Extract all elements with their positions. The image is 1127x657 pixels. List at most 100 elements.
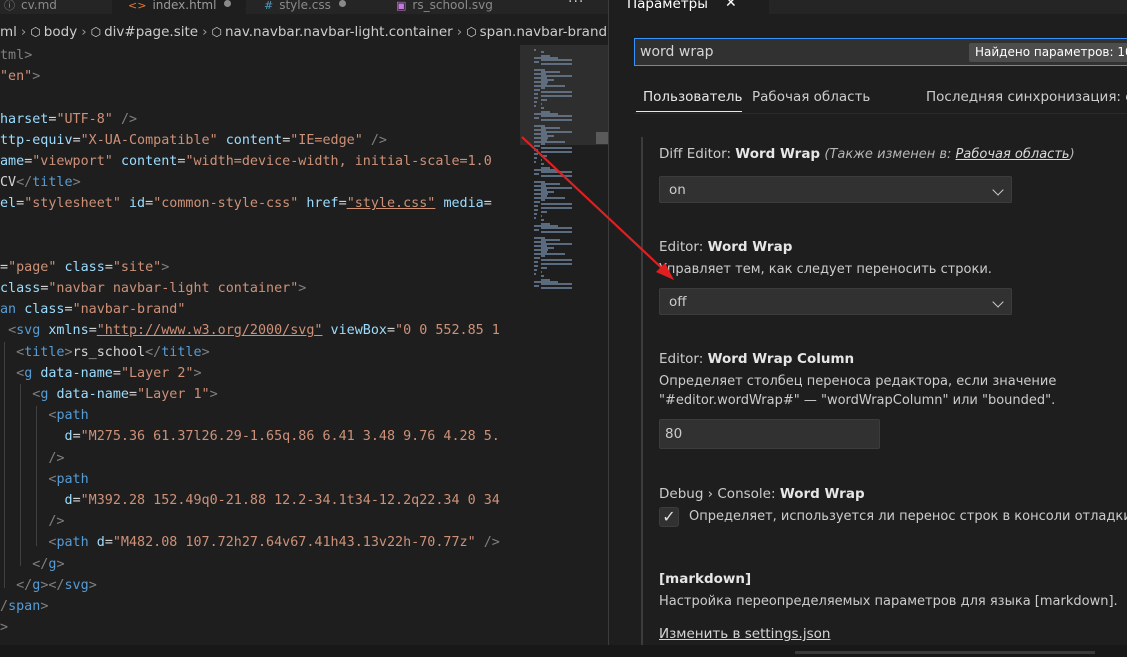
settings-search-box[interactable]: Найдено параметров: 10 [634, 38, 1127, 66]
code-token: < [16, 344, 25, 360]
minimap-line [541, 163, 544, 165]
code-token: content [120, 153, 178, 169]
breadcrumb-item-html[interactable]: ml [0, 24, 17, 40]
breadcrumb-item-div[interactable]: div#page.site [104, 24, 198, 40]
scrollbar-thumb[interactable] [795, 651, 1095, 654]
code-line[interactable]: </g></svg> [0, 575, 520, 596]
setting-name: [markdown] [659, 571, 752, 587]
code-token: = [72, 492, 81, 508]
code-line[interactable] [0, 236, 520, 257]
code-line[interactable]: /> [0, 511, 520, 532]
code-token: "navbar-brand" [72, 302, 186, 318]
code-line[interactable]: d="M275.36 61.37l26.29-1.65q.86 6.41 3.4… [0, 426, 520, 447]
minimap-line [534, 205, 538, 207]
minimap-line [541, 227, 572, 229]
minimap-line [534, 229, 539, 231]
code-token: ttp-equiv [0, 132, 73, 148]
code-token: "width=device-width, initial-scale=1.0 [185, 153, 492, 169]
word-wrap-column-input[interactable]: 80 [659, 419, 880, 449]
unsaved-dot-icon[interactable] [338, 0, 346, 7]
code-line[interactable]: <g data-name="Layer 1"> [0, 384, 520, 405]
code-token: < [16, 365, 25, 381]
code-token: "page" [8, 259, 57, 275]
tab-settings[interactable]: Параметры ✕ [609, 0, 769, 14]
code-line[interactable]: d="M392.28 152.49q0-21.88 12.2-34.1t34-1… [0, 490, 520, 511]
minimap-line [541, 211, 547, 213]
code-line[interactable]: an class="navbar-brand" [0, 299, 520, 320]
minimap-line [541, 155, 547, 157]
minimap-line [534, 173, 539, 175]
code-token: ame [0, 153, 25, 169]
breadcrumb-item-nav[interactable]: nav.navbar.navbar-light.container [225, 24, 453, 40]
code-line[interactable]: <title>rs_school</title> [0, 342, 520, 363]
code-line[interactable]: ttp-equiv="X-UA-Compatible" content="IE=… [0, 130, 520, 151]
code-area[interactable]: tml> "en"> harset="UTF-8" /> ttp-equiv="X-… [0, 45, 520, 645]
scrollbar-thumb[interactable] [596, 132, 608, 144]
code-line[interactable]: </g> [0, 554, 520, 575]
code-token: > [193, 365, 202, 381]
code-line[interactable]: <g data-name="Layer 2"> [0, 363, 520, 384]
setting-description: Определяет столбец переноса редактора, е… [659, 374, 1057, 389]
code-token: d [64, 492, 73, 508]
unsaved-dot-icon[interactable] [224, 0, 232, 7]
minimap-line [541, 147, 572, 149]
code-token: = [386, 323, 396, 339]
editor-word-wrap-select[interactable]: off [659, 288, 1012, 315]
code-line[interactable]: > [0, 617, 520, 638]
code-line[interactable]: <path [0, 469, 520, 490]
code-line[interactable]: <path d="M482.08 107.72h27.64v67.41h43.1… [0, 532, 520, 553]
tab-index-html[interactable]: <> index.html [112, 0, 246, 14]
tab-style-css[interactable]: # style.css [246, 0, 380, 14]
debug-word-wrap-checkbox[interactable]: ✓ [659, 507, 679, 527]
code-token: "en" [0, 69, 33, 85]
close-icon[interactable]: ✕ [725, 0, 737, 11]
code-line[interactable]: tml> [0, 45, 520, 66]
minimap-line [541, 231, 572, 233]
code-line[interactable]: /> [0, 448, 520, 469]
code-token: = [88, 323, 97, 339]
cube-icon: ⬡ [90, 25, 102, 39]
code-line[interactable]: ame="viewport" content="width=device-wid… [0, 151, 520, 172]
tab-rs-school-svg[interactable]: ▣ rs_school.svg [380, 0, 555, 14]
settings-search-input[interactable] [640, 41, 960, 63]
minimap-slider[interactable] [520, 45, 608, 145]
diff-word-wrap-select[interactable]: on [659, 176, 1012, 203]
code-line[interactable]: ="page" class="site"> [0, 257, 520, 278]
modified-in-workspace-link[interactable]: Рабочая область [956, 147, 1070, 162]
more-actions-icon[interactable]: ··· [568, 0, 584, 10]
code-line[interactable]: harset="UTF-8" /> [0, 109, 520, 130]
code-line[interactable]: "en"> [0, 66, 520, 87]
edit-in-settings-json-link[interactable]: Изменить в settings.json [659, 626, 830, 642]
code-line[interactable]: <svg xmlns="http://www.w3.org/2000/svg" … [0, 320, 520, 341]
code-token: svg [64, 577, 89, 593]
code-line[interactable]: class="navbar navbar-light container"> [0, 278, 520, 299]
code-token: </ [16, 175, 33, 191]
code-line[interactable]: CV</title> [0, 172, 520, 193]
tab-workspace-settings[interactable]: Рабочая область [752, 89, 870, 105]
minimap-line [541, 199, 545, 201]
code-token: href [306, 196, 339, 212]
code-token: > [201, 344, 210, 360]
breadcrumb-item-span[interactable]: span.navbar-brand [480, 24, 607, 40]
code-line[interactable]: <path [0, 405, 520, 426]
focused-setting-indicator [641, 137, 643, 657]
code-token: < [8, 323, 17, 339]
code-token: > [161, 259, 170, 275]
tab-user-settings[interactable]: Пользователь [643, 89, 742, 105]
code-token: xmlns [48, 323, 89, 339]
tab-cv-md[interactable]: ⓘ cv.md [0, 0, 112, 14]
code-line[interactable] [0, 87, 520, 108]
settings-editor: Параметры ✕ Найдено параметров: 10 Польз… [609, 0, 1127, 657]
code-token: = [104, 535, 113, 551]
code-line[interactable]: el="stylesheet" id="common-style-css" hr… [0, 193, 520, 214]
code-token: / [0, 598, 9, 614]
code-editor[interactable]: ⓘ cv.md <> index.html # style.css ▣ rs_schoo… [0, 0, 608, 657]
code-token: svg [16, 323, 41, 339]
breadcrumb-item-body[interactable]: body [44, 24, 77, 40]
code-line[interactable]: /span> [0, 596, 520, 617]
code-line[interactable] [0, 215, 520, 236]
